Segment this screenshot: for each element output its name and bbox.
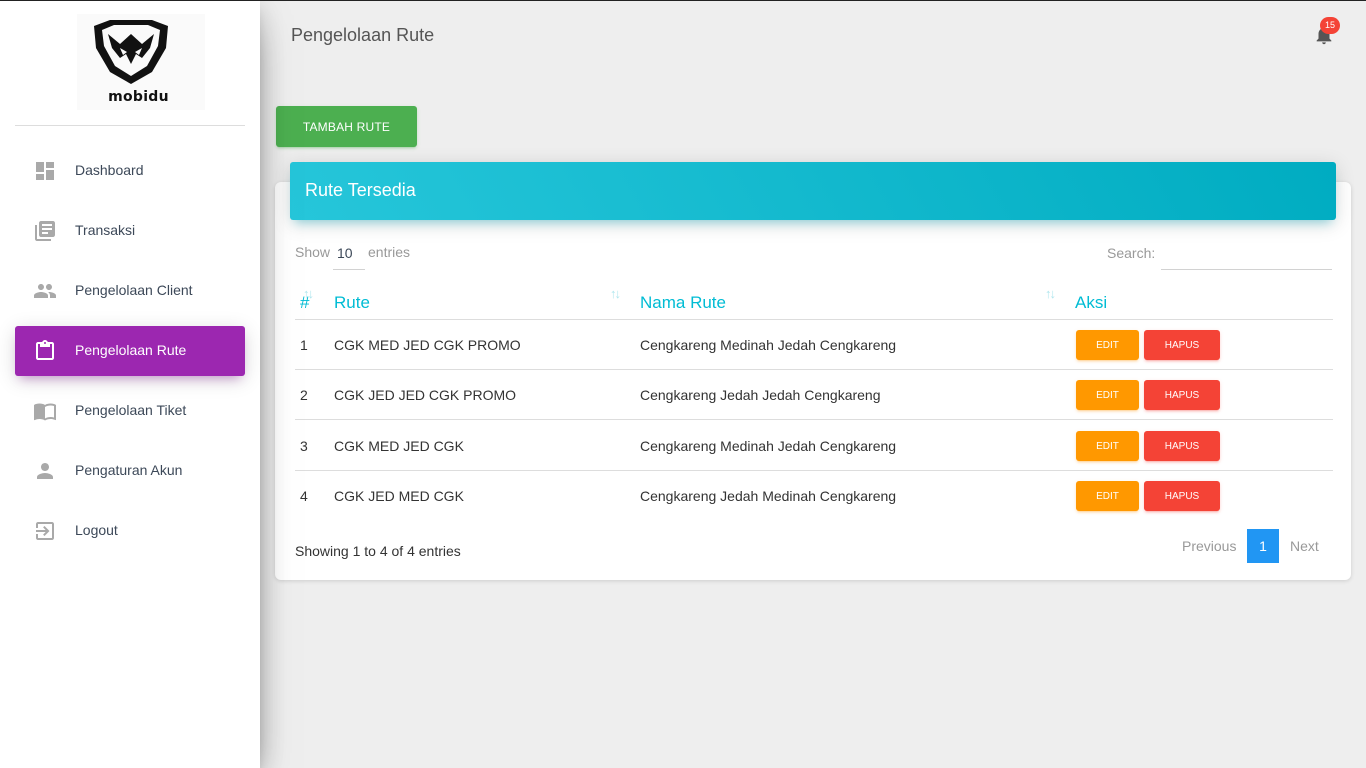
- cell-nama-rute: Cengkareng Medinah Jedah Cengkareng: [640, 438, 897, 454]
- cell-number: 3: [300, 438, 308, 454]
- cell-nama-rute: Cengkareng Jedah Medinah Cengkareng: [640, 488, 897, 504]
- cell-nama-rute: Cengkareng Medinah Jedah Cengkareng: [640, 337, 897, 353]
- sidebar-item-label: Logout: [75, 522, 118, 538]
- search-input[interactable]: [1161, 240, 1332, 270]
- sort-icon: ↑↓: [610, 286, 621, 301]
- add-route-button[interactable]: TAMBAH RUTE: [276, 106, 417, 147]
- logo-area: mobidu: [15, 0, 245, 126]
- logout-icon: [36, 522, 54, 540]
- sidebar-item-pengelolaan-client[interactable]: Pengelolaan Client: [15, 266, 245, 316]
- table-row: 2 CGK JED JED CGK PROMO Cengkareng Jedah…: [295, 370, 1333, 420]
- sidebar: mobidu Dashboard Transaksi Pengelolaan C…: [0, 0, 260, 768]
- dashboard-icon: [36, 162, 54, 180]
- pagination-next[interactable]: Next: [1290, 538, 1319, 554]
- delete-button[interactable]: HAPUS: [1144, 431, 1220, 461]
- column-header-aksi: Aksi: [1075, 293, 1108, 312]
- cell-rute: CGK MED JED CGK PROMO: [334, 337, 521, 353]
- brand-logo[interactable]: mobidu: [77, 14, 205, 110]
- sidebar-item-label: Transaksi: [75, 222, 136, 238]
- mask-logo-icon: [94, 20, 168, 84]
- book-icon: [34, 403, 56, 421]
- pagination-previous[interactable]: Previous: [1182, 538, 1236, 554]
- sidebar-item-label: Pengelolaan Rute: [75, 342, 187, 358]
- list-icon: [35, 221, 55, 241]
- table-row: 4 CGK JED MED CGK Cengkareng Jedah Medin…: [295, 471, 1333, 521]
- sidebar-item-pengaturan-akun[interactable]: Pengaturan Akun: [15, 446, 245, 496]
- clipboard-icon: [36, 340, 54, 360]
- table-info: Showing 1 to 4 of 4 entries: [295, 543, 461, 559]
- sidebar-item-label: Pengelolaan Client: [75, 282, 193, 298]
- sidebar-item-label: Pengaturan Akun: [75, 462, 183, 478]
- sidebar-item-pengelolaan-rute[interactable]: Pengelolaan Rute: [15, 326, 245, 376]
- search-label: Search:: [1107, 245, 1156, 261]
- person-icon: [37, 463, 53, 479]
- edit-button[interactable]: EDIT: [1076, 431, 1139, 461]
- card-title: Rute Tersedia: [305, 180, 416, 200]
- edit-button[interactable]: EDIT: [1076, 380, 1139, 410]
- people-icon: [34, 284, 56, 298]
- column-header-rute[interactable]: Rute: [334, 293, 370, 313]
- edit-button[interactable]: EDIT: [1076, 481, 1139, 511]
- delete-button[interactable]: HAPUS: [1144, 481, 1220, 511]
- cell-rute: CGK MED JED CGK: [334, 438, 464, 454]
- entries-length-select[interactable]: 10: [333, 242, 365, 270]
- sidebar-item-logout[interactable]: Logout: [15, 506, 245, 556]
- cell-number: 2: [300, 387, 308, 403]
- cell-rute: CGK JED JED CGK PROMO: [334, 387, 517, 403]
- column-header-nama-rute[interactable]: Nama Rute: [640, 293, 726, 313]
- cell-rute: CGK JED MED CGK: [334, 488, 464, 504]
- length-show-label: Show: [295, 244, 331, 260]
- sidebar-nav: Dashboard Transaksi Pengelolaan Client P…: [15, 146, 245, 566]
- cell-number: 4: [300, 488, 308, 504]
- sidebar-item-pengelolaan-tiket[interactable]: Pengelolaan Tiket: [15, 386, 245, 436]
- sidebar-item-label: Dashboard: [75, 162, 144, 178]
- notification-badge: 15: [1320, 17, 1340, 34]
- window-top-border: [0, 0, 1366, 1]
- sort-icon: ↑↓: [1045, 286, 1056, 301]
- card-header: Rute Tersedia: [290, 162, 1336, 220]
- length-entries-label: entries: [368, 244, 411, 260]
- delete-button[interactable]: HAPUS: [1144, 380, 1220, 410]
- sidebar-item-transaksi[interactable]: Transaksi: [15, 206, 245, 256]
- sidebar-item-dashboard[interactable]: Dashboard: [15, 146, 245, 196]
- brand-name: mobidu: [108, 89, 169, 105]
- table-row: 3 CGK MED JED CGK Cengkareng Medinah Jed…: [295, 421, 1333, 471]
- sort-asc-icon: ↑↓: [303, 286, 314, 301]
- table-row: 1 CGK MED JED CGK PROMO Cengkareng Medin…: [295, 320, 1333, 370]
- edit-button[interactable]: EDIT: [1076, 330, 1139, 360]
- cell-number: 1: [300, 337, 308, 353]
- pagination-page-current[interactable]: 1: [1247, 529, 1279, 563]
- delete-button[interactable]: HAPUS: [1144, 330, 1220, 360]
- cell-nama-rute: Cengkareng Jedah Jedah Cengkareng: [640, 387, 881, 403]
- sidebar-item-label: Pengelolaan Tiket: [75, 402, 187, 418]
- page-title: Pengelolaan Rute: [291, 25, 435, 45]
